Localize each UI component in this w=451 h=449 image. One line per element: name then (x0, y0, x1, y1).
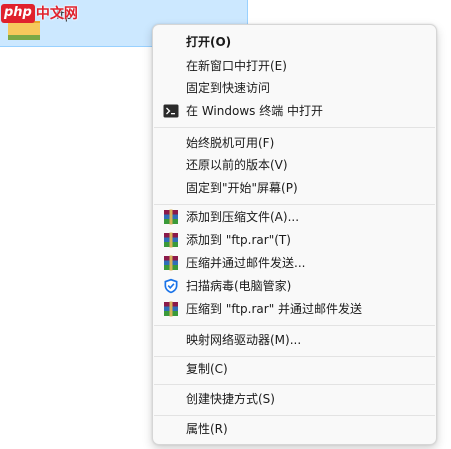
menu-item-open-in-terminal[interactable]: 在 Windows 终端 中打开 (157, 99, 432, 123)
winrar-icon (164, 255, 178, 271)
menu-item-scan-virus[interactable]: 扫描病毒(电脑管家) (157, 274, 432, 298)
winrar-icon (164, 232, 178, 248)
menu-item-always-offline[interactable]: 始终脱机可用(F) (157, 131, 432, 155)
menu-item-label: 还原以前的版本(V) (186, 158, 288, 172)
menu-item-label: 复制(C) (186, 362, 228, 376)
menu-item-label: 扫描病毒(电脑管家) (186, 279, 292, 293)
menu-item-label: 固定到快速访问 (186, 81, 271, 95)
desktop: ftp php 中文网 打开(O) 在新窗口中打开(E) 固定到快速访问 在 Wi… (0, 0, 451, 449)
tencent-pc-manager-shield-icon (164, 278, 178, 294)
winrar-icon (164, 209, 178, 225)
menu-separator (154, 127, 435, 128)
php-cn-watermark-logo: php 中文网 (1, 1, 78, 25)
menu-item-label: 在 Windows 终端 中打开 (186, 104, 324, 118)
menu-item-label: 打开(O) (186, 35, 232, 49)
menu-separator (154, 384, 435, 385)
winrar-icon (164, 301, 178, 317)
menu-item-label: 在新窗口中打开(E) (186, 59, 287, 73)
menu-item-label: 压缩并通过邮件发送... (186, 256, 306, 270)
menu-item-pin-to-start[interactable]: 固定到"开始"屏幕(P) (157, 176, 432, 200)
menu-item-label: 固定到"开始"屏幕(P) (186, 181, 298, 195)
menu-separator (154, 415, 435, 416)
menu-item-add-to-ftp-rar[interactable]: 添加到 "ftp.rar"(T) (157, 228, 432, 252)
menu-item-add-to-archive[interactable]: 添加到压缩文件(A)... (157, 205, 432, 229)
menu-item-map-network-drive[interactable]: 映射网络驱动器(M)... (157, 328, 432, 352)
menu-item-label: 添加到 "ftp.rar"(T) (186, 233, 291, 247)
menu-item-compress-and-email[interactable]: 压缩并通过邮件发送... (157, 251, 432, 275)
menu-item-properties[interactable]: 属性(R) (157, 417, 432, 441)
menu-item-compress-to-ftp-rar-and-email[interactable]: 压缩到 "ftp.rar" 并通过邮件发送 (157, 297, 432, 321)
menu-item-restore-previous-versions[interactable]: 还原以前的版本(V) (157, 153, 432, 177)
menu-item-label: 添加到压缩文件(A)... (186, 210, 300, 224)
terminal-icon (163, 104, 179, 118)
menu-item-create-shortcut[interactable]: 创建快捷方式(S) (157, 387, 432, 411)
context-menu: 打开(O) 在新窗口中打开(E) 固定到快速访问 在 Windows 终端 中打… (152, 24, 437, 445)
menu-item-copy[interactable]: 复制(C) (157, 357, 432, 381)
menu-item-open-new-window[interactable]: 在新窗口中打开(E) (157, 54, 432, 78)
menu-item-label: 映射网络驱动器(M)... (186, 333, 302, 347)
menu-item-label: 创建快捷方式(S) (186, 392, 275, 406)
menu-item-pin-quick-access[interactable]: 固定到快速访问 (157, 76, 432, 100)
menu-separator (154, 325, 435, 326)
menu-item-open[interactable]: 打开(O) (157, 30, 432, 54)
menu-item-label: 始终脱机可用(F) (186, 136, 275, 150)
menu-item-label: 属性(R) (186, 422, 228, 436)
menu-item-label: 压缩到 "ftp.rar" 并通过邮件发送 (186, 302, 363, 316)
